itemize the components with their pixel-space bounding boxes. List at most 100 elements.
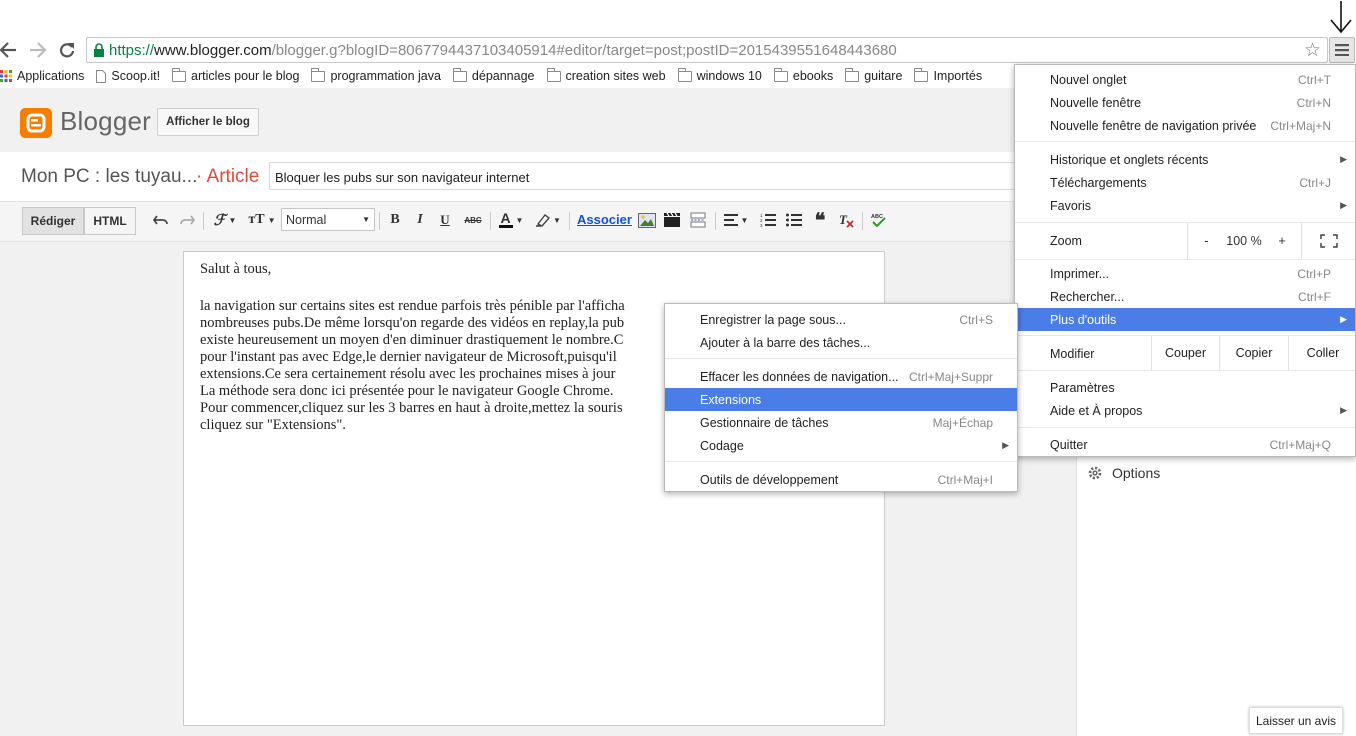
bold-icon[interactable]: B — [386, 210, 404, 230]
redo-icon[interactable] — [178, 210, 196, 230]
menu-extensions[interactable]: Extensions — [665, 388, 1017, 411]
bookmark-scoopit[interactable]: Scoop.it! — [90, 65, 166, 87]
menu-print[interactable]: Imprimer... Ctrl+P — [1015, 262, 1355, 285]
bookmark-folder[interactable]: Importés — [908, 65, 988, 87]
toolbar-divider — [490, 212, 491, 230]
bullet-list-icon[interactable] — [784, 210, 804, 230]
toolbar-divider — [203, 212, 204, 230]
bookmark-folder[interactable]: windows 10 — [672, 65, 768, 87]
insert-link-button[interactable]: Associer — [577, 212, 632, 227]
undo-icon[interactable] — [152, 210, 170, 230]
font-family-icon[interactable]: ℱ ▼ — [210, 210, 240, 230]
edit-label: Modifier — [1050, 347, 1095, 361]
strikethrough-icon[interactable]: ABC — [462, 210, 484, 230]
underline-icon[interactable]: U — [436, 210, 454, 230]
bookmark-folder[interactable]: ebooks — [768, 65, 839, 87]
menu-help[interactable]: Aide et À propos ▶ — [1015, 399, 1355, 422]
text-color-icon[interactable]: A ▼ — [496, 210, 526, 230]
menu-shortcut: Ctrl+T — [1298, 72, 1331, 87]
annotation-arrow-icon — [1329, 0, 1353, 34]
bookmark-label: creation sites web — [565, 69, 666, 83]
menu-developer-tools[interactable]: Outils de développement Ctrl+Maj+I — [665, 468, 1017, 491]
menu-downloads[interactable]: Téléchargements Ctrl+J — [1015, 171, 1355, 194]
fullscreen-icon[interactable] — [1301, 223, 1356, 259]
editor-line: pour l'instant pas avec Edge,le dernier … — [200, 349, 617, 365]
forward-arrow-icon[interactable] — [26, 38, 50, 62]
bookmark-folder[interactable]: guitare — [839, 65, 908, 87]
feedback-button[interactable]: Laisser un avis — [1249, 707, 1343, 734]
reload-icon[interactable] — [55, 38, 79, 62]
cut-button[interactable]: Couper — [1151, 336, 1219, 370]
blog-name[interactable]: Mon PC : les tuyau... — [21, 166, 197, 188]
menu-bookmarks[interactable]: Favoris ▶ — [1015, 194, 1355, 217]
html-mode-button[interactable]: HTML — [84, 207, 136, 235]
menu-zoom-row: Zoom - 100 % + — [1015, 223, 1355, 259]
apps-grid-icon — [0, 70, 12, 82]
bookmark-label: Importés — [933, 69, 983, 83]
menu-edit-row: Modifier Couper Copier Coller — [1015, 336, 1355, 370]
bookmark-star-icon[interactable]: ☆ — [1304, 39, 1321, 62]
bookmark-applications[interactable]: Applications — [0, 65, 90, 87]
menu-encoding[interactable]: Codage ▶ — [665, 434, 1017, 457]
bookmark-folder[interactable]: programmation java — [305, 65, 446, 87]
post-title-input[interactable]: Bloquer les pubs sur son navigateur inte… — [269, 162, 1029, 190]
menu-label: Imprimer... — [1050, 266, 1110, 281]
numbered-list-icon[interactable]: 123 — [758, 210, 778, 230]
menu-label: Téléchargements — [1050, 175, 1147, 190]
editor-line: extensions.Ce sera certainement résolu a… — [200, 366, 616, 382]
menu-label: Nouvel onglet — [1050, 72, 1127, 87]
menu-incognito-window[interactable]: Nouvelle fenêtre de navigation privée Ctr… — [1015, 114, 1355, 137]
remove-formatting-icon[interactable]: T — [836, 210, 856, 230]
menu-new-tab[interactable]: Nouvel onglet Ctrl+T — [1015, 68, 1355, 91]
blogger-logo-icon[interactable] — [20, 108, 52, 138]
folder-icon — [311, 67, 326, 82]
back-arrow-icon[interactable] — [0, 38, 20, 62]
svg-text:3: 3 — [760, 223, 763, 227]
menu-more-tools[interactable]: Plus d'outils ▶ — [1015, 308, 1355, 331]
highlight-color-icon[interactable]: ▼ — [533, 210, 563, 230]
menu-save-page[interactable]: Enregistrer la page sous... Ctrl+S — [665, 308, 1017, 331]
menu-label: Extensions — [700, 392, 762, 407]
address-bar[interactable]: https:// www.blogger.com /blogger.g?blog… — [86, 37, 1328, 63]
bookmark-folder[interactable]: dépannage — [447, 65, 541, 87]
url-host: www.blogger.com — [154, 41, 272, 59]
options-item[interactable]: Options — [1087, 465, 1160, 481]
bookmark-folder[interactable]: articles pour le blog — [166, 65, 305, 87]
bookmark-folder[interactable]: creation sites web — [541, 65, 672, 87]
paragraph-style-value: Normal — [286, 212, 327, 227]
menu-find[interactable]: Rechercher... Ctrl+F — [1015, 285, 1355, 308]
zoom-out-button[interactable]: - — [1187, 223, 1225, 259]
spellcheck-icon[interactable]: ABC — [868, 210, 888, 230]
menu-label: Historique et onglets récents — [1050, 152, 1209, 167]
menu-separator — [665, 461, 1017, 462]
insert-video-icon[interactable] — [662, 210, 682, 230]
menu-task-manager[interactable]: Gestionnaire de tâches Maj+Échap — [665, 411, 1017, 434]
zoom-in-button[interactable]: + — [1263, 223, 1301, 259]
font-size-icon[interactable]: ᴛT ▼ — [247, 210, 277, 230]
folder-icon — [773, 67, 788, 82]
menu-clear-browsing-data[interactable]: Effacer les données de navigation... Ctrl… — [665, 365, 1017, 388]
paragraph-style-select[interactable]: Normal ▼ — [281, 208, 375, 231]
toolbar-divider — [862, 212, 863, 230]
jump-break-icon[interactable] — [688, 210, 708, 230]
menu-settings[interactable]: Paramètres — [1015, 376, 1355, 399]
insert-image-icon[interactable] — [637, 210, 657, 230]
menu-quit[interactable]: Quitter Ctrl+Maj+Q — [1015, 433, 1355, 456]
chevron-down-icon: ▼ — [362, 215, 370, 224]
menu-add-to-taskbar[interactable]: Ajouter à la barre des tâches... — [665, 331, 1017, 354]
copy-button[interactable]: Copier — [1219, 336, 1288, 370]
menu-label: Effacer les données de navigation... — [700, 369, 899, 384]
paste-button[interactable]: Coller — [1288, 336, 1356, 370]
menu-label: Outils de développement — [700, 472, 839, 487]
quote-icon[interactable]: ❝ — [810, 210, 830, 232]
compose-mode-button[interactable]: Rédiger — [22, 207, 84, 235]
submenu-arrow-icon: ▶ — [1340, 405, 1347, 415]
menu-history[interactable]: Historique et onglets récents ▶ — [1015, 148, 1355, 171]
menu-new-window[interactable]: Nouvelle fenêtre Ctrl+N — [1015, 91, 1355, 114]
align-icon[interactable]: ▼ — [721, 210, 751, 230]
view-blog-button[interactable]: Afficher le blog — [157, 108, 259, 136]
chrome-menu-button[interactable] — [1329, 37, 1355, 63]
italic-icon[interactable]: I — [411, 210, 429, 230]
zoom-level: 100 % — [1226, 234, 1262, 248]
blogger-logo-text: Blogger — [60, 106, 152, 136]
